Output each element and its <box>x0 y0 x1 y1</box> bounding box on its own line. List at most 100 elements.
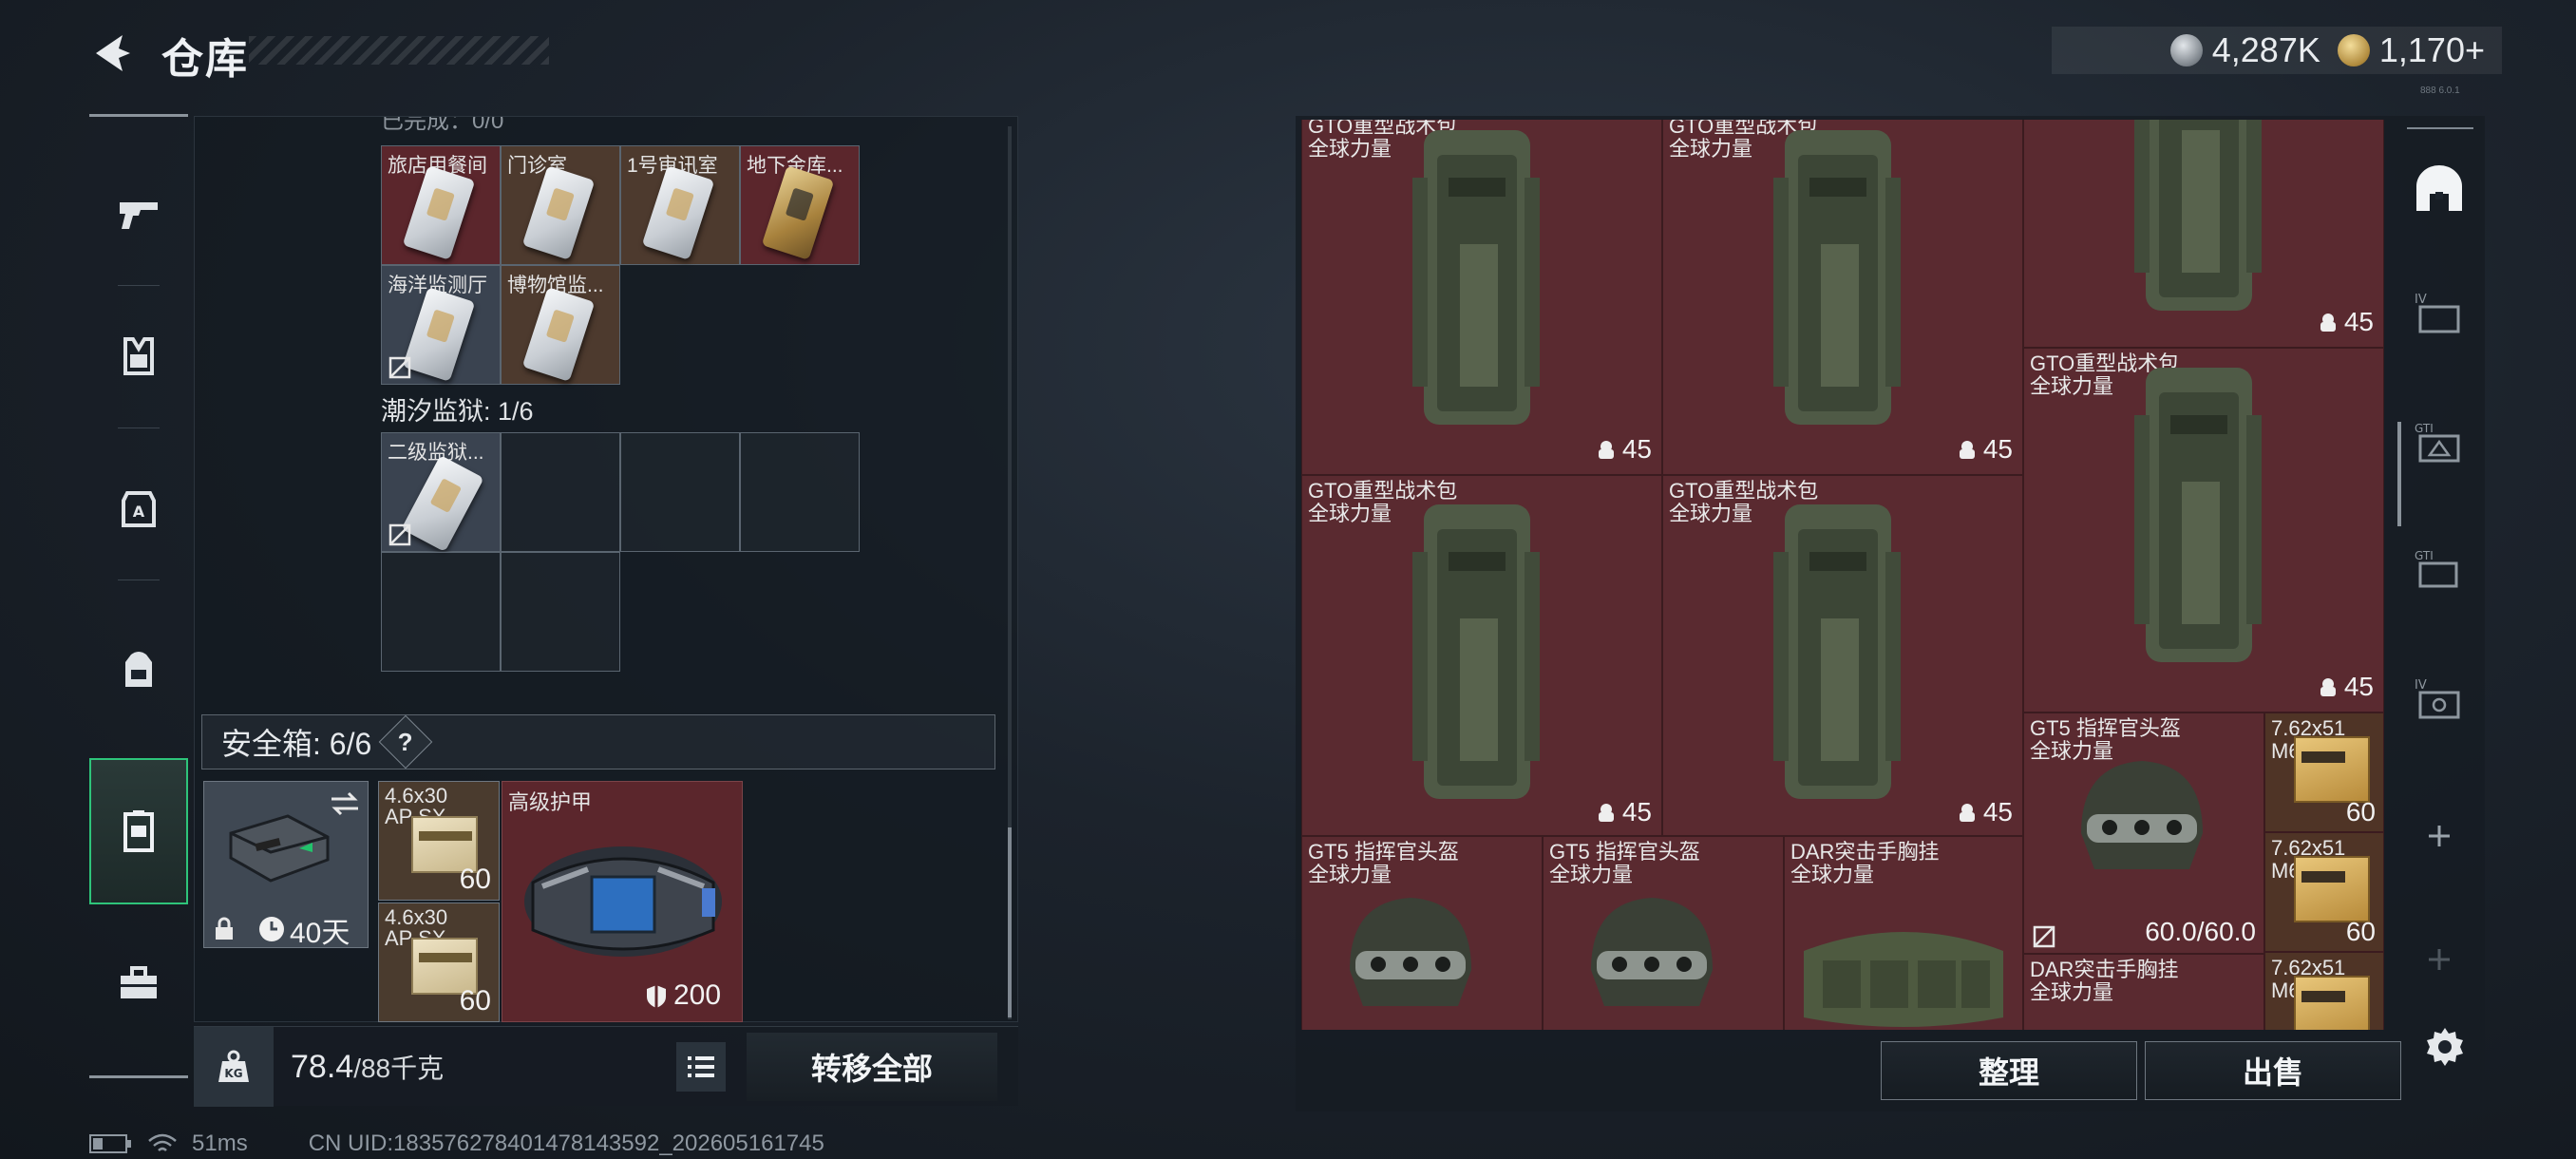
keycard-icon <box>521 287 596 382</box>
ammo-item[interactable]: 7.62x51 M62 60 <box>2264 712 2384 832</box>
backpack-icon <box>1773 130 1901 425</box>
armor-durability: 200 <box>673 979 722 1011</box>
side-nav-home[interactable] <box>2403 154 2475 226</box>
plus-icon <box>2429 826 2450 846</box>
empty-slot[interactable] <box>501 432 620 552</box>
key-item[interactable]: 地下金库... <box>740 145 860 265</box>
safe-case-item[interactable]: 40天 <box>203 781 369 949</box>
helmet-item[interactable]: GT5 指挥官头盔 全球力量 60.0/60.0 <box>2023 712 2264 954</box>
back-button[interactable] <box>85 27 139 80</box>
backpack-item[interactable]: GTO重型战术包 全球力量 45 <box>1301 120 1662 475</box>
weight-max: /88千克 <box>353 1054 445 1083</box>
plus-icon <box>2429 949 2450 970</box>
weight-icon-box: KG <box>194 1027 274 1107</box>
weight-bar: KG 78.4/88千克 转移全部 <box>194 1026 1018 1107</box>
no-extract-icon <box>388 523 411 546</box>
back-arrow-icon <box>96 35 130 71</box>
stash-scrollbar[interactable] <box>1008 827 1012 1017</box>
backpack-item[interactable]: GTO重型战术包 全球力量 45 <box>1662 475 2023 836</box>
nav-armor[interactable]: A <box>89 456 188 560</box>
ammo-item[interactable]: 7.62x51 M62 60 <box>2264 832 2384 952</box>
lock-icon <box>1959 441 1975 459</box>
backpack-item[interactable]: 45 <box>2023 120 2384 348</box>
sell-button[interactable]: 出售 <box>2145 1041 2401 1100</box>
ammo-item[interactable]: 4.6x30 AP SX 60 <box>378 902 500 1022</box>
shield-icon <box>647 985 666 1008</box>
side-scrollbar[interactable] <box>2397 422 2401 526</box>
safe-box-header: 安全箱: 6/6 ? <box>201 714 995 770</box>
item-count: 60 <box>2345 797 2376 826</box>
helmet-item[interactable]: GT5 指挥官头盔 全球力量 <box>1543 836 1784 1030</box>
help-button[interactable]: ? <box>378 714 433 770</box>
item-name: DAR突击手胸挂 全球力量 <box>1790 840 1940 886</box>
empty-slot[interactable] <box>620 432 740 552</box>
safe-case-days: 40天 <box>290 918 350 949</box>
list-icon <box>688 1056 714 1077</box>
silver-amount: 4,287K <box>2211 30 2320 69</box>
side-nav-gti-case[interactable]: GTI <box>2403 534 2475 606</box>
side-nav-add-2[interactable] <box>2403 923 2475 996</box>
side-divider <box>2407 127 2473 129</box>
ammo-box-icon <box>2294 856 2370 922</box>
ping-text: 51ms <box>192 1130 248 1156</box>
key-item[interactable]: 二级监狱... <box>381 432 501 553</box>
nav-tools[interactable] <box>89 931 188 1036</box>
chest-rig-item[interactable]: DAR突击手胸挂 全球力量 <box>2023 954 2264 1030</box>
item-count: 45 <box>1596 797 1652 827</box>
backpack-item[interactable]: GTO重型战术包 全球力量 45 <box>2023 348 2384 712</box>
empty-slot[interactable] <box>501 552 620 672</box>
version-text: 888 6.0.1 <box>2420 86 2460 96</box>
inventory-grid[interactable]: GTO重型战术包 全球力量 45 GTO重型战术包 全球力量 45 45 GTO… <box>1301 120 2384 1030</box>
nav-backpacks[interactable] <box>89 618 188 722</box>
category-nav: A <box>89 114 188 1078</box>
helmet-item[interactable]: GT5 指挥官头盔 全球力量 <box>1301 836 1543 1030</box>
transfer-all-button[interactable]: 转移全部 <box>747 1033 997 1101</box>
stash-home-icon <box>2416 165 2462 211</box>
gun-icon <box>120 202 158 229</box>
keycard-icon <box>641 165 715 260</box>
chest-rig-icon <box>1804 932 2003 1027</box>
svg-text:GTI: GTI <box>2415 549 2434 562</box>
lock-icon <box>1959 804 1975 822</box>
lock-icon <box>216 917 233 940</box>
ammo-item[interactable]: 4.6x30 AP SX 60 <box>378 781 500 901</box>
currency-silver[interactable]: 4,287K <box>2169 30 2320 70</box>
key-item[interactable]: 门诊室 <box>501 145 620 265</box>
currency-gold[interactable]: 1,170+ <box>2337 30 2485 70</box>
no-extract-icon <box>388 356 411 379</box>
gti-case-icon: GTI <box>2415 549 2458 588</box>
side-nav-gti-container[interactable]: GTI <box>2403 407 2475 479</box>
keycard-gold-icon <box>761 165 835 260</box>
nav-vests[interactable] <box>89 304 188 408</box>
settings-button[interactable] <box>2418 1020 2472 1074</box>
nav-safe-box[interactable] <box>89 758 188 904</box>
sort-button[interactable]: 整理 <box>1881 1041 2137 1100</box>
battery-icon <box>89 1134 131 1153</box>
secure-case-icon <box>229 814 330 883</box>
backpack-icon <box>1773 504 1901 799</box>
nav-top-divider <box>89 114 188 117</box>
list-view-button[interactable] <box>676 1042 726 1092</box>
nav-weapons[interactable] <box>89 162 188 266</box>
side-nav-tier4-container[interactable]: IV <box>2403 277 2475 350</box>
key-item[interactable]: 旅店用餐间 <box>381 145 501 265</box>
backpack-icon <box>2134 368 2262 662</box>
empty-slot[interactable] <box>740 432 860 552</box>
side-nav-add-1[interactable] <box>2403 800 2475 872</box>
vest-icon <box>123 337 154 375</box>
svg-text:A: A <box>133 503 145 521</box>
gold-coin-icon <box>2337 34 2370 66</box>
armor-item[interactable]: 高级护甲 200 <box>502 781 743 1022</box>
key-item[interactable]: 博物馆监... <box>501 265 620 385</box>
swap-icon <box>331 791 358 816</box>
item-count: 60 <box>2345 917 2376 946</box>
key-item[interactable]: 海洋监测厅 <box>381 265 501 385</box>
backpack-item[interactable]: GTO重型战术包 全球力量 45 <box>1301 475 1662 836</box>
key-item[interactable]: 1号审讯室 <box>620 145 740 265</box>
side-nav-tier4-case[interactable]: IV <box>2403 663 2475 735</box>
lock-icon <box>2320 314 2336 332</box>
empty-slot[interactable] <box>381 552 501 672</box>
backpack-item[interactable]: GTO重型战术包 全球力量 45 <box>1662 120 2023 475</box>
chest-rig-item[interactable]: DAR突击手胸挂 全球力量 <box>1784 836 2023 1030</box>
ammo-item[interactable]: 7.62x51 M62 <box>2264 952 2384 1030</box>
